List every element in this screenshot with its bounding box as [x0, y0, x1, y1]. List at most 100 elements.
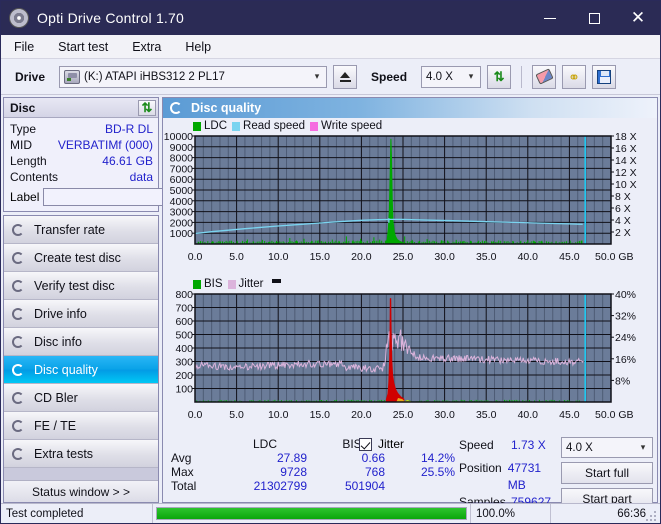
eraser-icon	[534, 68, 554, 85]
sidebar-item-create-test-disc[interactable]: Create test disc	[4, 244, 158, 272]
disc-row-value: BD-R DL	[104, 122, 153, 136]
plug-button[interactable]: ⚭	[562, 64, 587, 89]
test-controls: Speed 1.73 X Position 47731 MB Samples 7…	[459, 437, 657, 511]
disc-row-key: Type	[10, 122, 37, 136]
close-button[interactable]: ✕	[616, 1, 660, 35]
minimize-icon	[544, 17, 556, 19]
svg-text:40%: 40%	[615, 290, 636, 301]
svg-text:15.0: 15.0	[310, 251, 331, 263]
legend-label: Read speed	[243, 120, 306, 132]
legend-swatch	[310, 121, 319, 131]
sidebar-item-fe-te[interactable]: FE / TE	[4, 412, 158, 440]
resize-grip[interactable]	[646, 509, 658, 521]
sidebar-item-label: FE / TE	[34, 418, 77, 433]
svg-text:0.0: 0.0	[188, 251, 203, 263]
disc-icon	[11, 391, 27, 405]
test-speed-select[interactable]: 4.0 X ▾	[561, 437, 653, 458]
charts-area: LDC Read speed Write speed 10000 9000 8000…	[163, 118, 657, 510]
bottom-chart-legend: BIS Jitter	[163, 278, 657, 290]
sidebar-item-extra-tests[interactable]: Extra tests	[4, 440, 158, 468]
svg-text:4 X: 4 X	[615, 215, 631, 227]
refresh-icon: ⇅	[493, 69, 505, 84]
legend-swatch	[193, 279, 201, 289]
drive-select[interactable]: (K:) ATAPI iHBS312 2 PL17 ▾	[59, 65, 328, 88]
menu-extra[interactable]: Extra	[129, 38, 164, 56]
toolbar-divider	[521, 65, 523, 88]
eject-button[interactable]	[333, 64, 358, 89]
svg-text:20.0: 20.0	[351, 251, 372, 263]
start-full-button[interactable]: Start full	[561, 462, 653, 484]
sidebar-item-transfer-rate[interactable]: Transfer rate	[4, 216, 158, 244]
sidebar-item-verify-test-disc[interactable]: Verify test disc	[4, 272, 158, 300]
svg-text:1000: 1000	[170, 228, 194, 240]
menu-help[interactable]: Help	[182, 38, 214, 56]
svg-text:5.0: 5.0	[229, 251, 244, 263]
svg-text:30.0: 30.0	[434, 409, 455, 421]
status-window-button[interactable]: Status window > >	[4, 480, 158, 502]
disc-icon	[11, 419, 27, 433]
bottom-chart-svg: 800 700600 500400 300200 100 40% 32% 24% 16% 8% 0.…	[175, 290, 636, 421]
erase-button[interactable]	[532, 64, 557, 89]
drive-icon	[64, 69, 81, 84]
app-icon	[9, 8, 29, 28]
svg-text:15.0: 15.0	[310, 409, 331, 421]
refresh-button[interactable]: ⇅	[487, 64, 512, 89]
svg-text:10.0: 10.0	[268, 409, 289, 421]
action-buttons: 4.0 X ▾ Start full Start part	[561, 437, 653, 511]
right-panel: Disc quality LDC Read speed Write speed …	[162, 97, 658, 510]
svg-text:5.0: 5.0	[229, 409, 244, 421]
stats-total-bis: 501904	[344, 479, 385, 493]
menu-file[interactable]: File	[11, 38, 37, 56]
legend-swatch	[193, 121, 201, 131]
page-title: Disc quality	[191, 101, 262, 115]
bottom-chart: 800 700 600 500 400 300 200 100 40% 32% 24% 16% 8% 0.…	[163, 290, 657, 434]
speed-select[interactable]: 4.0 X ▾	[421, 65, 482, 88]
disc-row-type: Type BD-R DL	[10, 121, 153, 137]
sidebar-item-label: Create test disc	[34, 250, 121, 265]
sidebar-item-disc-quality[interactable]: Disc quality	[4, 356, 158, 384]
svg-text:10 X: 10 X	[615, 179, 637, 191]
statistics-area: LDC BIS Avg 27.89 0.66 Max 9728 768 Tota…	[163, 434, 657, 513]
svg-text:6 X: 6 X	[615, 203, 631, 215]
sidebar-item-label: Disc info	[34, 334, 82, 349]
menu-start-test[interactable]: Start test	[55, 38, 111, 56]
test-speed-value: 4.0 X	[566, 441, 593, 454]
sidebar-item-drive-info[interactable]: Drive info	[4, 300, 158, 328]
svg-text:12 X: 12 X	[615, 167, 637, 179]
disc-icon	[11, 335, 27, 349]
sidebar-item-label: Verify test disc	[34, 278, 115, 293]
svg-text:50.0 GB: 50.0 GB	[595, 251, 634, 263]
speed-readout-value: 1.73 X	[511, 438, 546, 452]
chevron-down-icon: ▾	[640, 442, 646, 452]
disc-row-value: VERBATIMf (000)	[57, 138, 153, 152]
test-readouts: Speed 1.73 X Position 47731 MB Samples 7…	[459, 437, 555, 511]
stats-corner	[171, 437, 217, 451]
svg-text:8 X: 8 X	[615, 191, 631, 203]
legend-item-jitter: Jitter	[227, 278, 263, 290]
stats-total-ldc: 21302799	[253, 479, 307, 493]
legend-label: LDC	[204, 120, 228, 132]
sidebar-item-disc-info[interactable]: Disc info	[4, 328, 158, 356]
legend-item-bis: BIS	[193, 278, 223, 290]
drive-label: Drive	[15, 69, 46, 84]
svg-text:2 X: 2 X	[615, 227, 631, 239]
jitter-checkbox[interactable]	[359, 437, 372, 451]
disc-header: Disc ⇅	[4, 98, 158, 118]
svg-text:20.0: 20.0	[351, 409, 372, 421]
disc-label-key: Label	[10, 190, 40, 204]
minimize-button[interactable]	[528, 1, 572, 35]
svg-text:400: 400	[175, 343, 193, 355]
disc-refresh-button[interactable]: ⇅	[138, 99, 156, 116]
position-readout-key: Position	[459, 461, 502, 475]
top-chart-svg: 1000090008000700060005000400030002000100…	[164, 132, 637, 263]
sidebar-item-cd-bler[interactable]: CD Bler	[4, 384, 158, 412]
disc-row-key: Contents	[10, 170, 59, 184]
disc-label-row: Label	[10, 187, 246, 207]
svg-text:700: 700	[175, 303, 193, 315]
menu-bar: File Start test Extra Help	[1, 35, 660, 59]
legend-item-ldc: LDC	[193, 120, 227, 132]
maximize-button[interactable]	[572, 1, 616, 35]
save-button[interactable]	[592, 64, 617, 89]
disc-box: Disc ⇅ Type BD-R DL MID VERBATIMf (000) …	[3, 97, 246, 212]
svg-text:100: 100	[175, 384, 193, 396]
